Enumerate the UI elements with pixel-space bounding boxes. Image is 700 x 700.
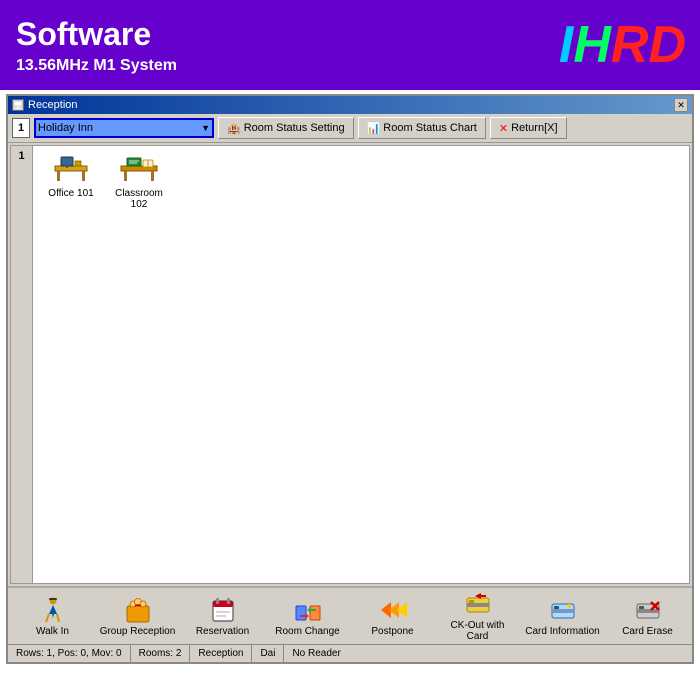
- status-reader: No Reader: [284, 645, 348, 662]
- return-icon: ✕: [499, 122, 508, 135]
- logo-i: I: [559, 15, 571, 75]
- app-title: Software: [16, 16, 177, 53]
- app-header: Software 13.56MHz M1 System I H R D: [0, 0, 700, 90]
- status-rooms: Rooms: 2: [131, 645, 191, 662]
- room-icon-2: [119, 154, 159, 186]
- floor-sidebar-label: 1: [18, 150, 24, 162]
- bottom-toolbar: Walk In Group Reception: [8, 586, 692, 644]
- app-logo: I H R D: [559, 15, 684, 75]
- status-mode: Reception: [190, 645, 252, 662]
- room-status-setting-label: Room Status Setting: [244, 122, 345, 134]
- room-status-chart-button[interactable]: 📊 Room Status Chart: [358, 117, 486, 139]
- app-subtitle: 13.56MHz M1 System: [16, 57, 177, 75]
- walk-in-label: Walk In: [36, 626, 69, 637]
- status-user: Dai: [252, 645, 284, 662]
- floor-number: 1: [12, 118, 30, 138]
- card-erase-label: Card Erase: [622, 626, 673, 637]
- group-reception-button[interactable]: Group Reception: [99, 596, 177, 637]
- status-rows: Rows: 1, Pos: 0, Mov: 0: [8, 645, 131, 662]
- select-arrow-icon: ▼: [201, 123, 210, 133]
- room-icon-1: [51, 154, 91, 186]
- hotel-select[interactable]: Holiday Inn ▼: [34, 118, 214, 138]
- status-chart-icon: 📊: [367, 122, 381, 135]
- reservation-label: Reservation: [196, 626, 249, 637]
- room-grid: Office 101: [33, 146, 689, 583]
- logo-d: D: [648, 15, 684, 75]
- room-change-label: Room Change: [275, 626, 339, 637]
- room-status-setting-button[interactable]: 🏨 Room Status Setting: [218, 117, 354, 139]
- office-desk-icon: [51, 154, 91, 186]
- classroom-icon: [119, 154, 159, 186]
- reservation-button[interactable]: Reservation: [184, 596, 262, 637]
- walk-in-button[interactable]: Walk In: [14, 596, 92, 637]
- room-name-1: Office 101: [48, 188, 93, 199]
- window-title: Reception: [28, 99, 78, 111]
- toolbar: 1 Holiday Inn ▼ 🏨 Room Status Setting 📊 …: [8, 114, 692, 143]
- room-status-chart-label: Room Status Chart: [383, 122, 477, 134]
- checkout-label: CK-Out with Card: [439, 620, 517, 642]
- titlebar: 🖥 Reception ✕: [8, 96, 692, 114]
- group-reception-label: Group Reception: [100, 626, 176, 637]
- checkout-icon: [462, 590, 494, 618]
- return-label: Return[X]: [511, 122, 557, 134]
- room-item[interactable]: Office 101: [41, 154, 101, 210]
- walk-icon: [37, 596, 69, 624]
- card-erase-button[interactable]: Card Erase: [609, 596, 687, 637]
- card-info-button[interactable]: Card Information: [524, 596, 602, 637]
- status-setting-icon: 🏨: [227, 122, 241, 135]
- main-window: 🖥 Reception ✕ 1 Holiday Inn ▼ 🏨 Room Sta…: [6, 94, 694, 664]
- hotel-name: Holiday Inn: [38, 122, 93, 134]
- titlebar-icon: 🖥: [12, 99, 24, 111]
- card-erase-icon: [632, 596, 664, 624]
- room-name-2: Classroom 102: [109, 188, 169, 210]
- postpone-icon: [377, 596, 409, 624]
- close-button[interactable]: ✕: [674, 98, 688, 112]
- room-change-button[interactable]: Room Change: [269, 596, 347, 637]
- room-change-icon: [292, 596, 324, 624]
- logo-h: H: [573, 15, 609, 75]
- header-text: Software 13.56MHz M1 System: [16, 16, 177, 75]
- content-area: 1: [10, 145, 690, 584]
- group-icon: [122, 596, 154, 624]
- card-info-icon: [547, 596, 579, 624]
- statusbar: Rows: 1, Pos: 0, Mov: 0 Rooms: 2 Recepti…: [8, 644, 692, 662]
- postpone-button[interactable]: Postpone: [354, 596, 432, 637]
- reservation-icon: [207, 596, 239, 624]
- postpone-label: Postpone: [371, 626, 413, 637]
- return-button[interactable]: ✕ Return[X]: [490, 117, 567, 139]
- checkout-button[interactable]: CK-Out with Card: [439, 590, 517, 642]
- floor-sidebar: 1: [11, 146, 33, 583]
- room-item[interactable]: Classroom 102: [109, 154, 169, 210]
- logo-r: R: [611, 15, 647, 75]
- card-info-label: Card Information: [525, 626, 599, 637]
